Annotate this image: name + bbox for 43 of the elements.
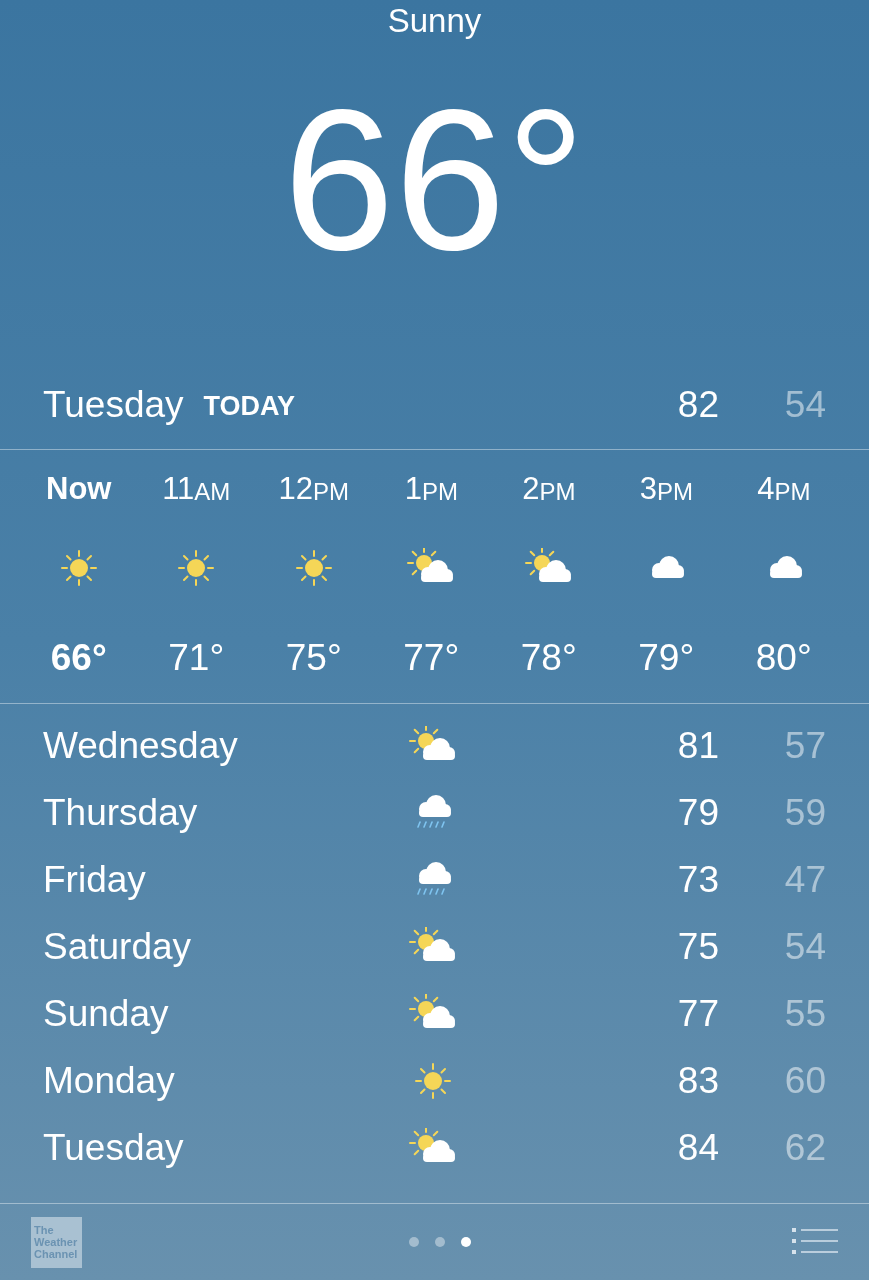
high-temp: 83 [676,1058,719,1103]
today-label: TODAY [203,390,296,424]
hour-label: 1PM [404,472,458,508]
day-name: Thursday [43,790,199,835]
hour-temperature: 80° [755,636,812,680]
day-name: Wednesday [43,723,239,768]
day-name: Tuesday [43,1125,185,1170]
low-temp: 47 [783,857,826,902]
high-temp: 73 [676,857,719,902]
high-temp: 84 [676,1125,719,1170]
condition-text: Sunny [387,1,482,42]
day-name: Monday [43,1058,176,1103]
low-temp: 54 [783,924,826,969]
day-name: Sunday [43,991,170,1036]
high-temp: 75 [676,924,719,969]
hour-temperature: 78° [520,636,577,680]
low-temp: 54 [783,382,826,427]
low-temp: 60 [783,1058,826,1103]
hour-label: 11AM [162,472,231,508]
weather-channel-logo[interactable]: The Weather Channel [31,1216,82,1268]
high-temp: 77 [676,991,719,1036]
high-temp: 82 [676,382,719,427]
low-temp: 62 [783,1125,826,1170]
hour-temperature: 79° [638,636,695,680]
low-temp: 57 [783,723,826,768]
hour-temperature: 71° [168,636,225,680]
current-temperature: 66° [283,80,586,280]
day-name: Saturday [43,924,193,969]
day-name: Friday [43,857,147,902]
high-temp: 81 [676,723,719,768]
hour-label: 3PM [639,472,693,508]
low-temp: 59 [783,790,826,835]
list-icon[interactable] [792,1228,838,1256]
hour-temperature: 66° [50,636,107,680]
day-name: Tuesday [43,382,184,427]
high-temp: 79 [676,790,719,835]
hour-label: 2PM [522,472,576,508]
hour-label: 4PM [757,472,811,508]
hour-temperature: 77° [403,636,460,680]
hour-label: Now [46,472,112,508]
hour-label: 12PM [278,472,349,508]
low-temp: 55 [783,991,826,1036]
hour-temperature: 75° [285,636,342,680]
